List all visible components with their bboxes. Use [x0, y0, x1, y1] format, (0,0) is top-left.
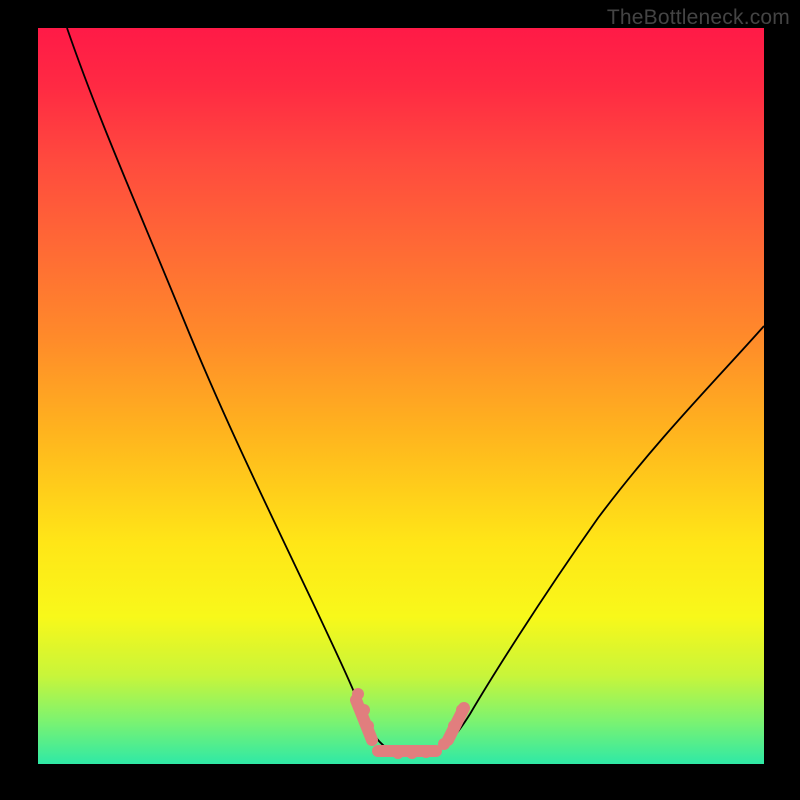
right-curve [433, 326, 764, 754]
left-curve [67, 28, 398, 754]
marker-dot [456, 704, 468, 716]
marker-dot [448, 720, 460, 732]
marker-dot [438, 738, 450, 750]
chart-frame: TheBottleneck.com [0, 0, 800, 800]
marker-dot [380, 745, 392, 757]
watermark-text: TheBottleneck.com [607, 6, 790, 30]
marker-dot [352, 688, 364, 700]
marker-dot [362, 720, 374, 732]
marker-dot [420, 746, 432, 758]
marker-dot [406, 747, 418, 759]
marker-dot [392, 747, 404, 759]
curves-svg [38, 28, 764, 764]
marker-dot [358, 704, 370, 716]
